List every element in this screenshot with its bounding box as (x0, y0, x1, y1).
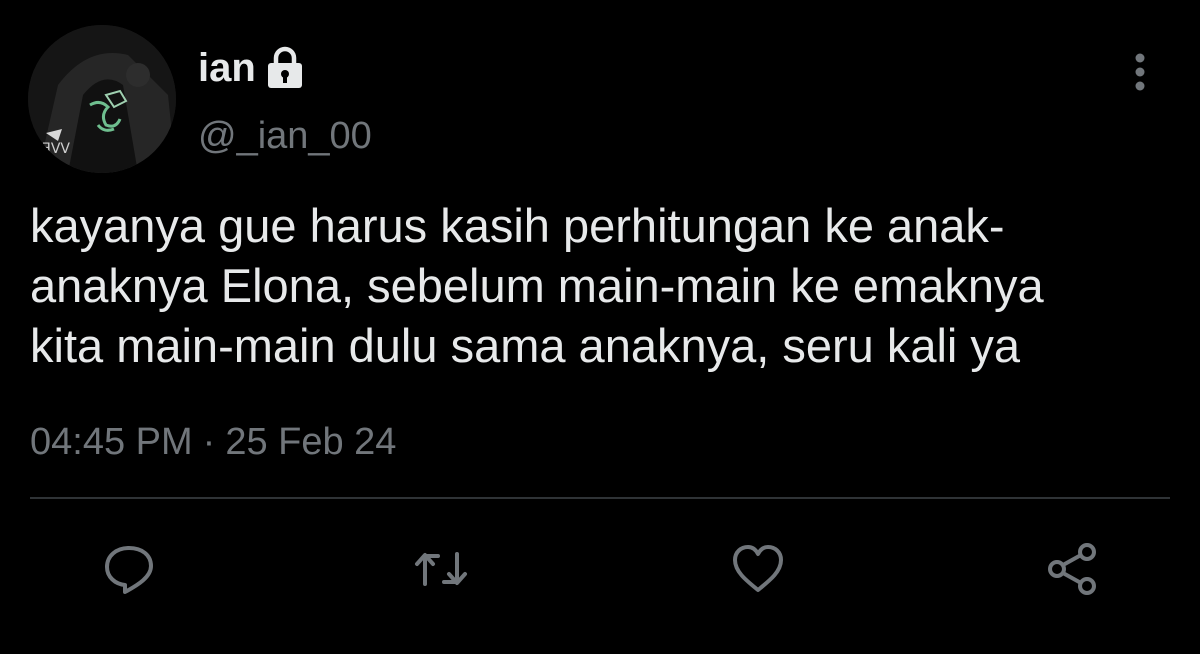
share-icon (1048, 543, 1096, 595)
reply-icon (105, 546, 153, 594)
heart-icon (733, 545, 783, 592)
retweet-button[interactable] (412, 540, 470, 598)
action-bar (0, 540, 1200, 600)
tweet-text-line: anaknya Elona, sebelum main-main ke emak… (30, 259, 1044, 312)
svg-text:ƎVV: ƎVV (42, 141, 70, 157)
tweet-timestamp[interactable]: 04:45 PM · 25 Feb 24 (30, 418, 396, 466)
tweet-text: kayanya gue harus kasih perhitungan ke a… (30, 196, 1180, 376)
meta-separator: · (202, 421, 216, 463)
tweet-text-line: kayanya gue harus kasih perhitungan ke a… (30, 199, 1005, 252)
user-handle[interactable]: @_ian_00 (198, 112, 372, 160)
tweet-date[interactable]: 25 Feb 24 (225, 418, 396, 466)
like-button[interactable] (729, 540, 787, 598)
divider (30, 497, 1170, 499)
lock-icon (264, 46, 306, 90)
more-options-button[interactable] (1120, 48, 1160, 96)
avatar-image: ƎVV (28, 25, 176, 173)
tweet-time[interactable]: 04:45 PM (30, 418, 193, 466)
display-name-row[interactable]: ian (198, 42, 306, 94)
avatar[interactable]: ƎVV (28, 25, 176, 173)
share-button[interactable] (1043, 540, 1101, 598)
retweet-icon (415, 552, 467, 586)
tweet-text-line: kita main-main dulu sama anaknya, seru k… (30, 319, 1021, 372)
display-name[interactable]: ian (198, 42, 256, 94)
reply-button[interactable] (100, 540, 158, 598)
tweet-card: ƎVV ian @_ian_00 kayanya gue harus kasih… (0, 0, 1200, 654)
more-vertical-icon (1135, 53, 1145, 91)
